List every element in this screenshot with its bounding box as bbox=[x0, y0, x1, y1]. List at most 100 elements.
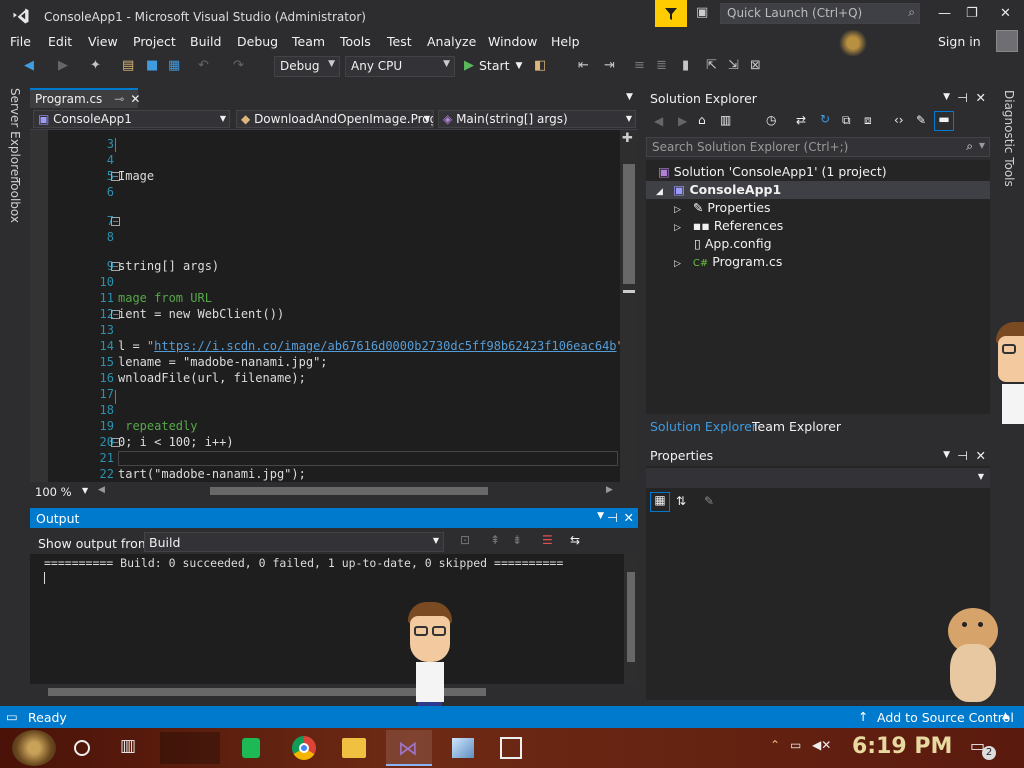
word-wrap-icon[interactable]: ⇆ bbox=[570, 533, 580, 547]
sign-in-link[interactable]: Sign in bbox=[938, 34, 981, 49]
volume-muted-icon[interactable]: ◀✕ bbox=[812, 738, 831, 752]
pin-icon[interactable]: ⊣ bbox=[957, 90, 968, 105]
output-source-dropdown[interactable]: Build ▼ bbox=[144, 532, 444, 552]
collapse-all-icon[interactable]: ⧉ bbox=[842, 113, 851, 128]
class-nav-dropdown[interactable]: ◆ DownloadAndOpenImage.Prog ▼ bbox=[236, 110, 434, 128]
menu-build[interactable]: Build bbox=[190, 34, 221, 49]
task-view-icon[interactable]: ▥ bbox=[120, 736, 136, 756]
chevron-down-icon[interactable]: ▼ bbox=[597, 511, 604, 521]
tree-item-references[interactable]: ▷ ▪▪ References bbox=[674, 218, 783, 233]
chevron-down-icon[interactable]: ▼ bbox=[943, 450, 950, 460]
search-circle-icon[interactable] bbox=[74, 740, 90, 756]
collapse-icon[interactable]: − bbox=[111, 217, 120, 226]
pin-icon[interactable]: ⊣ bbox=[957, 448, 968, 463]
tree-item-app-config[interactable]: ▯ App.config bbox=[694, 236, 772, 251]
chevron-down-icon[interactable]: ▼ bbox=[82, 486, 88, 495]
refresh-icon[interactable]: ↻ bbox=[820, 112, 830, 126]
save-icon[interactable]: ■ bbox=[146, 58, 158, 73]
close-icon[interactable]: ✕ bbox=[130, 92, 140, 106]
code-editor[interactable]: 3 4 5 6 7 8 9 10 11 12 13 14 15 16 17 18… bbox=[30, 130, 620, 482]
file-explorer-icon[interactable] bbox=[342, 738, 366, 758]
comment-icon[interactable]: ≡ bbox=[634, 58, 645, 73]
menu-tools[interactable]: Tools bbox=[340, 34, 371, 49]
step-over-icon[interactable]: ⇤ bbox=[578, 58, 589, 73]
close-icon[interactable]: ✕ bbox=[976, 90, 986, 105]
collapsed-arrow-icon[interactable]: ▷ bbox=[674, 205, 681, 215]
quick-launch-input[interactable]: Quick Launch (Ctrl+Q) ⌕ bbox=[720, 3, 920, 24]
output-vertical-scrollbar[interactable] bbox=[624, 554, 638, 684]
collapsed-arrow-icon[interactable]: ▷ bbox=[674, 259, 681, 269]
network-icon[interactable]: ▭ bbox=[790, 738, 801, 752]
avatar[interactable] bbox=[996, 30, 1018, 52]
expanded-arrow-icon[interactable]: ◢ bbox=[656, 187, 663, 197]
scroll-left-icon[interactable]: ◀ bbox=[98, 485, 105, 495]
output-horizontal-scrollbar[interactable] bbox=[30, 684, 638, 700]
tree-item-program-cs[interactable]: ▷ C# Program.cs bbox=[674, 254, 782, 269]
solution-tree[interactable]: ▣ Solution 'ConsoleApp1' (1 project) ◢ ▣… bbox=[646, 160, 990, 414]
chrome-icon[interactable] bbox=[292, 736, 316, 760]
menu-window[interactable]: Window bbox=[488, 34, 537, 49]
close-window-button[interactable]: ✕ bbox=[1000, 6, 1011, 21]
properties-object-dropdown[interactable]: ▼ bbox=[646, 468, 990, 488]
home-icon[interactable]: ⌂ bbox=[698, 113, 706, 127]
menu-edit[interactable]: Edit bbox=[48, 34, 72, 49]
prev-bookmark-icon[interactable]: ⇱ bbox=[706, 58, 717, 73]
uncomment-icon[interactable]: ≣ bbox=[656, 58, 667, 73]
properties-wrench-icon[interactable]: ✎ bbox=[916, 113, 926, 127]
undo-icon[interactable]: ↶ bbox=[198, 58, 209, 73]
tab-program-cs[interactable]: Program.cs ⊸ ✕ bbox=[30, 88, 140, 108]
scrollbar-thumb[interactable] bbox=[627, 572, 635, 662]
pin-icon[interactable]: ⊣ bbox=[607, 510, 618, 525]
close-icon[interactable]: ✕ bbox=[624, 510, 634, 525]
collapsed-arrow-icon[interactable]: ▷ bbox=[674, 223, 681, 233]
tab-team-explorer[interactable]: Team Explorer bbox=[748, 419, 845, 434]
back-icon[interactable]: ◀ bbox=[24, 58, 34, 73]
toolbox-tab[interactable]: Toolbox bbox=[8, 178, 22, 223]
bookmark-icon[interactable]: ▮ bbox=[682, 58, 689, 73]
scroll-right-icon[interactable]: ▶ bbox=[606, 485, 613, 495]
menu-project[interactable]: Project bbox=[133, 34, 176, 49]
prev-message-icon[interactable]: ⇞ bbox=[490, 533, 500, 547]
tree-item-properties[interactable]: ▷ ✎ Properties bbox=[674, 200, 771, 215]
tree-item-solution[interactable]: ▣ Solution 'ConsoleApp1' (1 project) bbox=[658, 164, 887, 179]
tree-item-project[interactable]: ◢ ▣ ConsoleApp1 bbox=[656, 182, 781, 197]
project-nav-dropdown[interactable]: ▣ ConsoleApp1 ▼ bbox=[33, 110, 230, 128]
output-text-area[interactable] bbox=[30, 554, 624, 684]
editor-vertical-scrollbar[interactable] bbox=[620, 130, 638, 482]
tab-overflow-chevron-icon[interactable]: ▼ bbox=[626, 92, 633, 102]
open-file-icon[interactable]: ▤ bbox=[122, 58, 134, 73]
taskbar-clock[interactable]: 6:19 PM bbox=[852, 734, 952, 759]
forward-icon[interactable]: ▶ bbox=[58, 58, 68, 73]
sticky-notes-icon[interactable] bbox=[242, 738, 260, 758]
view-code-icon[interactable]: ‹› bbox=[894, 113, 904, 127]
menu-analyze[interactable]: Analyze bbox=[427, 34, 476, 49]
notification-icon[interactable]: ▣ bbox=[696, 5, 708, 20]
pending-changes-filter-icon[interactable]: ◷ bbox=[766, 113, 776, 127]
horizontal-scroll-thumb[interactable] bbox=[210, 487, 488, 495]
menu-debug[interactable]: Debug bbox=[237, 34, 278, 49]
categorized-icon[interactable]: ▦ bbox=[650, 492, 670, 512]
member-nav-dropdown[interactable]: ◈ Main(string[] args) ▼ bbox=[438, 110, 636, 128]
photos-icon[interactable] bbox=[500, 737, 522, 759]
split-editor-icon[interactable]: ✚ bbox=[622, 131, 633, 146]
pin-icon[interactable]: ⊸ bbox=[114, 92, 124, 106]
solution-search-input[interactable]: Search Solution Explorer (Ctrl+;) ⌕ ▼ bbox=[646, 137, 990, 157]
clear-bookmarks-icon[interactable]: ⊠ bbox=[750, 58, 761, 73]
minimize-button[interactable]: — bbox=[938, 6, 951, 21]
switch-views-icon[interactable]: ▥ bbox=[720, 113, 731, 127]
start-button[interactable] bbox=[12, 730, 56, 766]
browser-link-icon[interactable]: ◧ bbox=[534, 58, 546, 73]
step-into-icon[interactable]: ⇥ bbox=[604, 58, 615, 73]
url-link[interactable]: https://i.scdn.co/image/ab67616d0000b273… bbox=[154, 339, 616, 353]
redo-icon[interactable]: ↷ bbox=[233, 58, 244, 73]
show-hidden-icons-chevron[interactable]: ⌃ bbox=[770, 738, 780, 752]
app-icon[interactable] bbox=[452, 738, 474, 758]
solution-configuration-dropdown[interactable]: Debug ▼ bbox=[274, 56, 340, 77]
server-explorer-tab[interactable]: Server Explorer bbox=[8, 88, 22, 181]
tab-solution-explorer[interactable]: Solution Explorer bbox=[646, 419, 761, 434]
forward-icon[interactable]: ▶ bbox=[678, 114, 687, 128]
menu-test[interactable]: Test bbox=[387, 34, 412, 49]
clear-all-icon[interactable]: ☰ bbox=[542, 533, 553, 547]
menu-file[interactable]: File bbox=[10, 34, 31, 49]
property-pages-wrench-icon[interactable]: ✎ bbox=[704, 494, 714, 508]
